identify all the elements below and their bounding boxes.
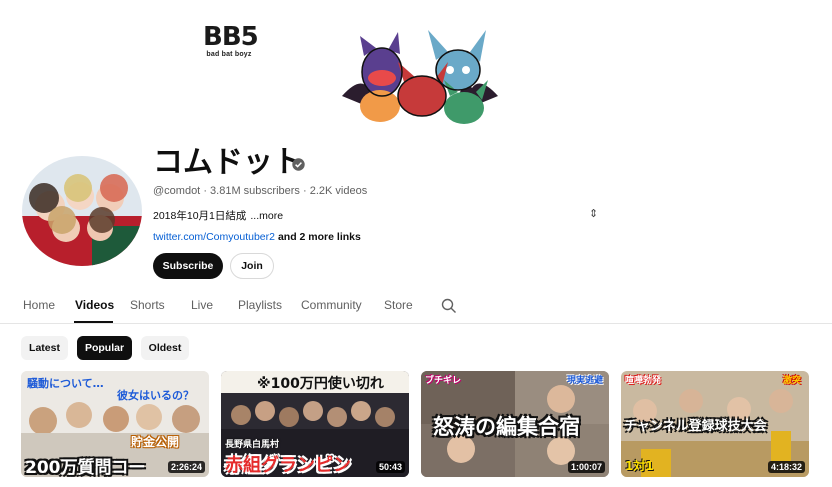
tab-store[interactable]: Store [384,298,413,312]
thumb-caption-bottom: 1対1 [625,459,654,473]
video-duration: 50:43 [375,461,405,473]
chip-popular[interactable]: Popular [77,336,132,360]
meta-separator: · [302,185,310,197]
thumb-caption-right: 彼女はいるの？ [117,389,194,402]
tab-community[interactable]: Community [301,298,362,312]
tab-videos[interactable]: Videos [75,298,114,312]
video-thumbnail[interactable]: ブチギレ 現実逃避 怒涛の編集合宿 1:00:07 [421,371,609,477]
thumb-caption-mid: 貯金公開 [131,435,180,449]
chip-oldest[interactable]: Oldest [141,336,189,360]
description-more-link[interactable]: ...more [250,210,283,222]
thumb-caption-top-right: 激突 [783,376,802,386]
avatar-photo [22,156,142,266]
search-icon[interactable] [441,298,457,314]
channel-meta: @comdot · 3.81M subscribers · 2.2K video… [153,185,367,197]
channel-tabs: Home Videos Shorts Live Playlists Commun… [0,290,832,324]
video-thumbnail[interactable]: ※100万円使い切れ 長野県白馬村 赤組グランピン 50:43 [221,371,409,477]
thumb-caption-bottom: 200万質問コー [25,458,146,477]
thumb-caption-top: ※100万円使い切れ [257,376,384,392]
thumb-caption-bottom: 怒涛の編集合宿 [433,415,580,439]
tab-playlists[interactable]: Playlists [238,298,282,312]
thumb-caption-mid: チャンネル登録球技大会 [624,419,767,434]
channel-banner: BB5 bad bat boyz [0,0,832,140]
join-button[interactable]: Join [230,253,274,279]
channel-description[interactable]: 2018年10月1日結成 ...more [153,208,283,223]
thumb-caption-top-left: ブチギレ [425,376,462,386]
video-thumbnail[interactable]: 喧嘩勃発 激突 チャンネル登録球技大会 1対1 4:18:32 [621,371,809,477]
tab-home[interactable]: Home [23,298,55,312]
subscribe-button[interactable]: Subscribe [153,253,223,279]
video-count: 2.2K videos [309,185,368,197]
thumb-caption-mid: 長野県白馬村 [225,440,280,450]
video-duration: 2:26:24 [167,461,205,473]
brand-logo-main: BB5 [203,22,259,52]
twitter-link[interactable]: twitter.com/Comyoutuber2 [153,231,275,243]
video-duration: 1:00:07 [567,461,605,473]
thumb-caption-top-right: 現実逃避 [567,376,604,386]
video-thumbnail[interactable]: 騒動について… 彼女はいるの？ 貯金公開 200万質問コー 2:26:24 [21,371,209,477]
subscriber-count: 3.81M subscribers [210,185,300,197]
thumb-caption-top-left: 喧嘩勃発 [625,376,662,386]
tab-shorts[interactable]: Shorts [130,298,165,312]
brand-logo-sub: bad bat boyz [206,51,252,58]
more-links[interactable]: and 2 more links [278,231,361,243]
description-text: 2018年10月1日結成 [153,210,247,222]
verified-icon [292,158,305,171]
brand-logo: BB5 bad bat boyz [203,22,259,58]
thumb-caption-top: 騒動について… [27,377,104,390]
chip-latest[interactable]: Latest [21,336,68,360]
channel-links: twitter.com/Comyoutuber2 and 2 more links [153,231,361,243]
channel-handle: @comdot [153,185,201,197]
active-tab-indicator [74,321,113,323]
expand-toggle-icon[interactable]: ⇕ [589,207,598,220]
mascot-illustration [342,30,498,124]
video-duration: 4:18:32 [767,461,805,473]
thumb-caption-bottom: 赤組グランピン [225,455,351,476]
channel-avatar[interactable] [22,156,142,266]
tab-live[interactable]: Live [191,298,213,312]
channel-name: コムドット [153,145,303,180]
